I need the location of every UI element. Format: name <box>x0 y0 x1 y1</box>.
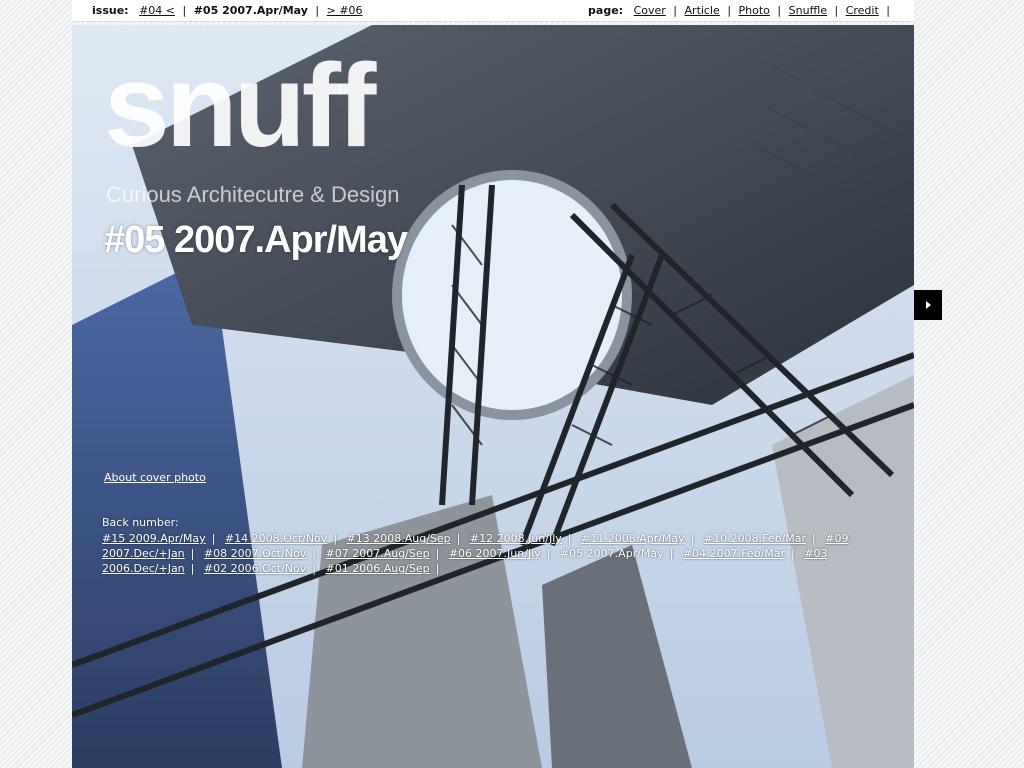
separator: | <box>435 562 440 575</box>
separator: | <box>546 547 551 560</box>
triangle-right-icon <box>925 301 931 309</box>
page-label: page: <box>588 4 624 17</box>
separator: | <box>312 547 316 560</box>
back-number-link[interactable]: #11 2008.Apr/May <box>581 532 685 545</box>
top-navigation-bar: issue: #04 < | #05 2007.Apr/May | > #06 … <box>72 0 914 22</box>
page-link-photo[interactable]: Photo <box>739 4 770 17</box>
next-issue-link[interactable]: > #06 <box>327 4 363 17</box>
back-number-link[interactable]: #07 2007.Aug/Sep <box>326 547 430 560</box>
separator: | <box>182 4 187 17</box>
back-number-link[interactable]: #10 2008.Feb/Mar <box>704 532 806 545</box>
back-number-items: #15 2009.Apr/May | #14 2008.Oct/Nov | #13 … <box>102 532 848 575</box>
prev-issue-link[interactable]: #04 < <box>139 4 175 17</box>
issue-title: #05 2007.Apr/May <box>104 219 408 261</box>
page-navigation: page: Cover | Article | Photo | Snuffle … <box>588 0 894 21</box>
back-number-link[interactable]: #01 2006.Aug/Sep <box>326 562 430 575</box>
separator: | <box>886 4 890 17</box>
site-tagline: Curious Architecutre & Design <box>106 182 400 207</box>
separator: | <box>190 562 195 575</box>
back-number-link[interactable]: #15 2009.Apr/May <box>102 532 206 545</box>
separator: | <box>190 547 195 560</box>
separator: | <box>315 4 320 17</box>
issue-label: issue: <box>92 4 129 17</box>
back-number-link[interactable]: #08 2007.Oct/Nov <box>204 547 306 560</box>
separator: | <box>435 547 440 560</box>
separator: | <box>777 4 782 17</box>
page-link-article[interactable]: Article <box>685 4 720 17</box>
about-cover-photo-link[interactable]: About cover photo <box>104 471 206 484</box>
back-number-link[interactable]: #14 2008.Oct/Nov <box>225 532 327 545</box>
issue-navigation: issue: #04 < | #05 2007.Apr/May | > #06 <box>92 0 363 21</box>
separator: | <box>456 532 461 545</box>
site-logo: snuff <box>104 40 376 172</box>
back-number-link[interactable]: #12 2008.Jun/Jly <box>470 532 562 545</box>
page-link-cover[interactable]: Cover <box>634 4 666 17</box>
separator: | <box>791 547 795 560</box>
separator: | <box>567 532 572 545</box>
separator: | <box>211 532 216 545</box>
separator: | <box>673 4 678 17</box>
current-issue-label: #05 2007.Apr/May <box>193 4 308 17</box>
separator: | <box>812 532 816 545</box>
separator: | <box>834 4 839 17</box>
back-number-link[interactable]: #04 2007.Feb/Mar <box>683 547 785 560</box>
page-link-snuffle[interactable]: Snuffle <box>789 4 827 17</box>
back-number-link[interactable]: #13 2008.Aug/Sep <box>347 532 451 545</box>
next-page-button[interactable] <box>914 290 942 320</box>
separator: | <box>669 547 674 560</box>
back-number-link[interactable]: #06 2007.Jun/Jly <box>449 547 541 560</box>
cover-photo: snuff Curious Architecutre & Design #05 … <box>72 25 914 768</box>
separator: | <box>690 532 695 545</box>
separator: | <box>312 562 316 575</box>
page-link-credit[interactable]: Credit <box>846 4 879 17</box>
back-number-label: Back number: <box>102 516 179 529</box>
separator: | <box>333 532 338 545</box>
back-number-list: Back number: #15 2009.Apr/May | #14 2008.… <box>102 515 892 576</box>
back-number-link[interactable]: #02 2006.Oct/Nov <box>204 562 306 575</box>
separator: | <box>727 4 732 17</box>
back-number-current: #05 2007.Apr/May <box>559 547 664 560</box>
